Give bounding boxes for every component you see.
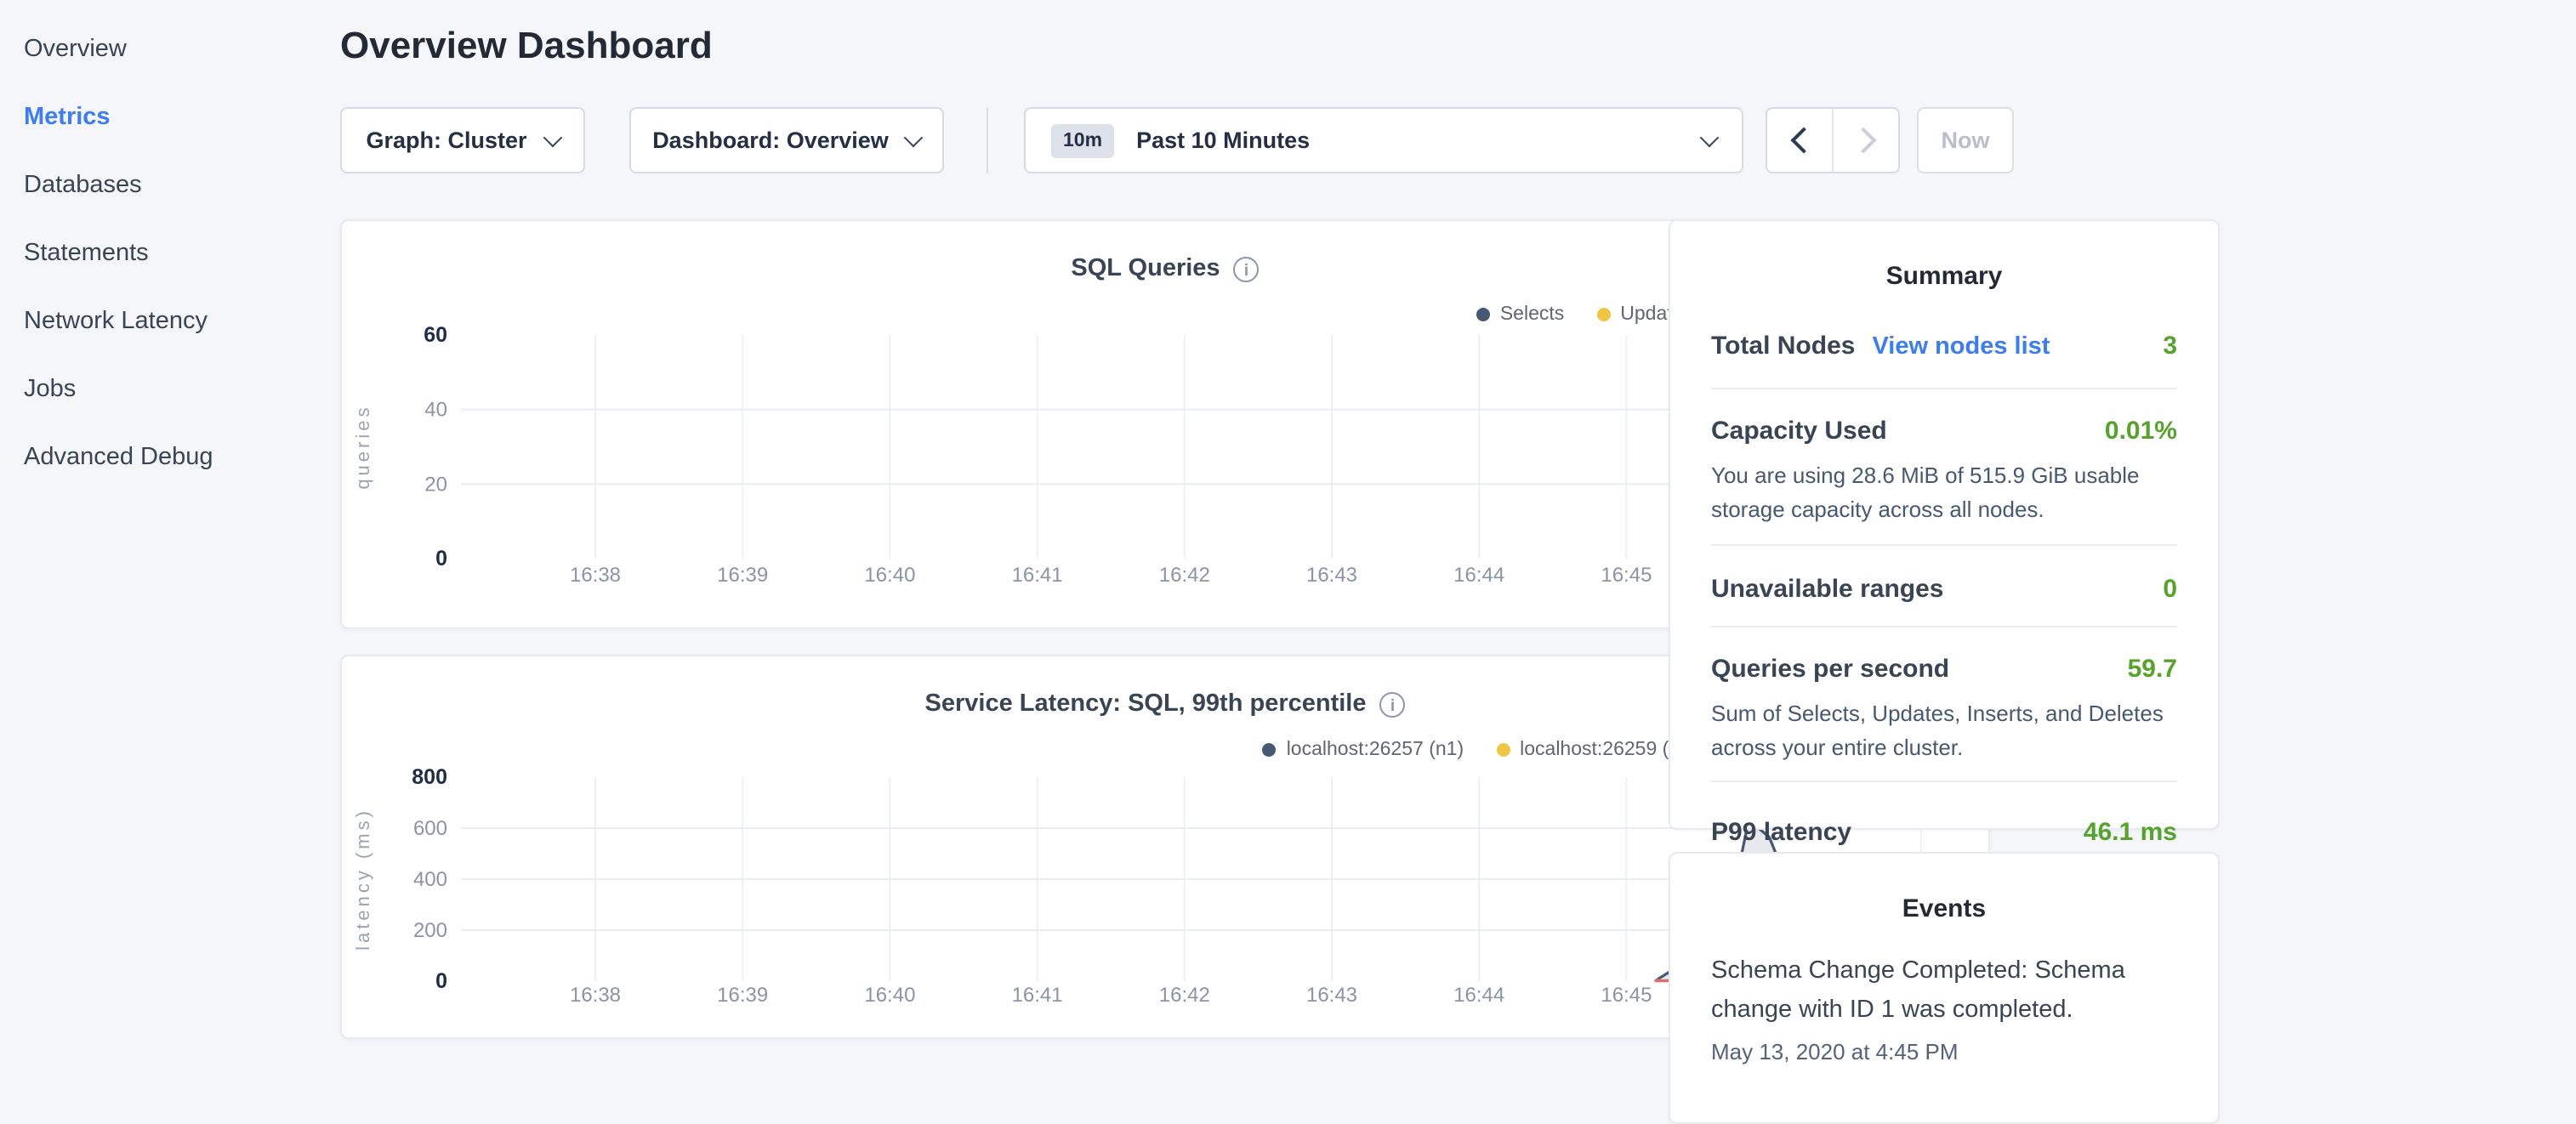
- chevron-down-icon: [1700, 128, 1720, 147]
- y-tick-label: 400: [413, 868, 447, 891]
- divider: [987, 107, 988, 173]
- stat-label: P99 latency: [1711, 818, 1851, 847]
- graph-scope-label: Graph: Cluster: [366, 128, 526, 153]
- legend-dot-icon: [1263, 743, 1277, 757]
- time-step-buttons: [1766, 107, 1900, 173]
- y-tick-label: 800: [412, 765, 447, 789]
- legend-item[interactable]: localhost:26259 (n2): [1496, 740, 1697, 760]
- time-range-dropdown[interactable]: 10m Past 10 Minutes: [1024, 107, 1743, 173]
- x-tick-label: 16:43: [1306, 564, 1357, 587]
- y-tick-label: 0: [435, 547, 447, 571]
- controls-bar: Graph: Cluster Dashboard: Overview 10m P…: [340, 107, 2014, 173]
- stat-value: 3: [2163, 332, 2177, 360]
- events-card: Events Schema Change Completed: Schema c…: [1669, 852, 2220, 1124]
- events-title: Events: [1711, 854, 2177, 923]
- x-tick-label: 16:45: [1601, 984, 1652, 1007]
- legend-label: Selects: [1500, 304, 1564, 325]
- app-root: OverviewMetricsDatabasesStatementsNetwor…: [0, 0, 2576, 1051]
- dashboard-dropdown[interactable]: Dashboard: Overview: [629, 107, 944, 173]
- summary-row-total-nodes: Total Nodes View nodes list 3: [1711, 291, 2177, 389]
- time-range-badge: 10m: [1051, 123, 1114, 157]
- summary-title: Summary: [1711, 221, 2177, 291]
- stat-description: You are using 28.6 MiB of 515.9 GiB usab…: [1711, 459, 2177, 525]
- x-tick-label: 16:44: [1453, 564, 1504, 587]
- x-tick-label: 16:38: [570, 564, 621, 587]
- stat-value: 46.1 ms: [2084, 818, 2177, 847]
- dashboard-label: Dashboard: Overview: [652, 128, 889, 153]
- legend-dot-icon: [1476, 308, 1490, 321]
- time-next-button[interactable]: [1832, 109, 1898, 172]
- sidebar-item-advanced-debug[interactable]: Advanced Debug: [0, 423, 340, 491]
- chevron-right-icon: [1849, 127, 1875, 153]
- y-axis-label: queries: [352, 405, 373, 490]
- x-tick-label: 16:40: [864, 564, 915, 587]
- y-tick-label: 60: [424, 323, 447, 347]
- time-prev-button[interactable]: [1767, 109, 1832, 172]
- stat-label: Queries per second: [1711, 655, 1949, 684]
- x-tick-label: 16:45: [1601, 564, 1652, 587]
- x-tick-label: 16:39: [717, 984, 768, 1007]
- x-tick-label: 16:39: [717, 564, 768, 587]
- info-icon[interactable]: i: [1234, 256, 1260, 281]
- x-tick-label: 16:38: [570, 984, 621, 1007]
- y-tick-label: 20: [424, 473, 447, 496]
- stat-label: Total Nodes: [1711, 332, 1855, 360]
- legend-item[interactable]: localhost:26257 (n1): [1263, 740, 1464, 760]
- y-tick-label: 600: [413, 817, 447, 840]
- view-nodes-link[interactable]: View nodes list: [1872, 333, 2050, 360]
- time-range-label: Past 10 Minutes: [1136, 128, 1703, 153]
- sidebar-item-overview[interactable]: Overview: [0, 15, 340, 83]
- graph-scope-dropdown[interactable]: Graph: Cluster: [340, 107, 585, 173]
- stat-label: Capacity Used: [1711, 417, 1887, 446]
- stat-value: 59.7: [2128, 655, 2177, 684]
- chevron-down-icon: [543, 128, 562, 147]
- legend-dot-icon: [1496, 743, 1510, 757]
- event-text[interactable]: Schema Change Completed: Schema change w…: [1711, 952, 2177, 1031]
- stat-value: 0.01%: [2105, 417, 2177, 446]
- summary-row-qps: Queries per second 59.7 Sum of Selects, …: [1711, 627, 2177, 782]
- x-tick-label: 16:40: [864, 984, 915, 1007]
- now-button[interactable]: Now: [1917, 107, 2014, 173]
- page-title: Overview Dashboard: [340, 24, 1990, 68]
- legend-dot-icon: [1596, 308, 1610, 321]
- x-tick-label: 16:41: [1012, 564, 1063, 587]
- x-tick-label: 16:44: [1453, 984, 1504, 1007]
- stat-value: 0: [2163, 575, 2177, 604]
- y-axis-label: latency (ms): [352, 808, 373, 951]
- legend-item[interactable]: Selects: [1476, 304, 1564, 325]
- chart-title: Service Latency: SQL, 99th percentile: [925, 690, 1367, 718]
- y-tick-label: 200: [413, 919, 447, 942]
- x-tick-label: 16:42: [1159, 984, 1210, 1007]
- sidebar-item-network-latency[interactable]: Network Latency: [0, 287, 340, 355]
- info-icon[interactable]: i: [1380, 691, 1406, 717]
- x-tick-label: 16:43: [1306, 984, 1357, 1007]
- sidebar-item-metrics[interactable]: Metrics: [0, 83, 340, 151]
- left-nav: OverviewMetricsDatabasesStatementsNetwor…: [0, 0, 340, 491]
- chevron-left-icon: [1789, 127, 1816, 153]
- chart-title: SQL Queries: [1071, 255, 1220, 282]
- stat-description: Sum of Selects, Updates, Inserts, and De…: [1711, 697, 2177, 764]
- sidebar-item-databases[interactable]: Databases: [0, 151, 340, 219]
- legend-label: localhost:26257 (n1): [1287, 740, 1464, 760]
- sidebar-item-statements[interactable]: Statements: [0, 219, 340, 287]
- stat-label: Unavailable ranges: [1711, 575, 1943, 604]
- chevron-down-icon: [904, 128, 924, 147]
- main-content: Overview Dashboard Graph: Cluster Dashbo…: [340, 0, 1990, 68]
- sidebar-item-jobs[interactable]: Jobs: [0, 355, 340, 423]
- summary-row-capacity: Capacity Used 0.01% You are using 28.6 M…: [1711, 389, 2177, 546]
- event-timestamp: May 13, 2020 at 4:45 PM: [1711, 1040, 2177, 1065]
- y-tick-label: 0: [435, 969, 447, 993]
- summary-card: Summary Total Nodes View nodes list 3 Ca…: [1669, 219, 2220, 830]
- x-tick-label: 16:41: [1012, 984, 1063, 1007]
- x-tick-label: 16:42: [1159, 564, 1210, 587]
- y-tick-label: 40: [424, 399, 447, 422]
- summary-row-unavailable-ranges: Unavailable ranges 0: [1711, 546, 2177, 627]
